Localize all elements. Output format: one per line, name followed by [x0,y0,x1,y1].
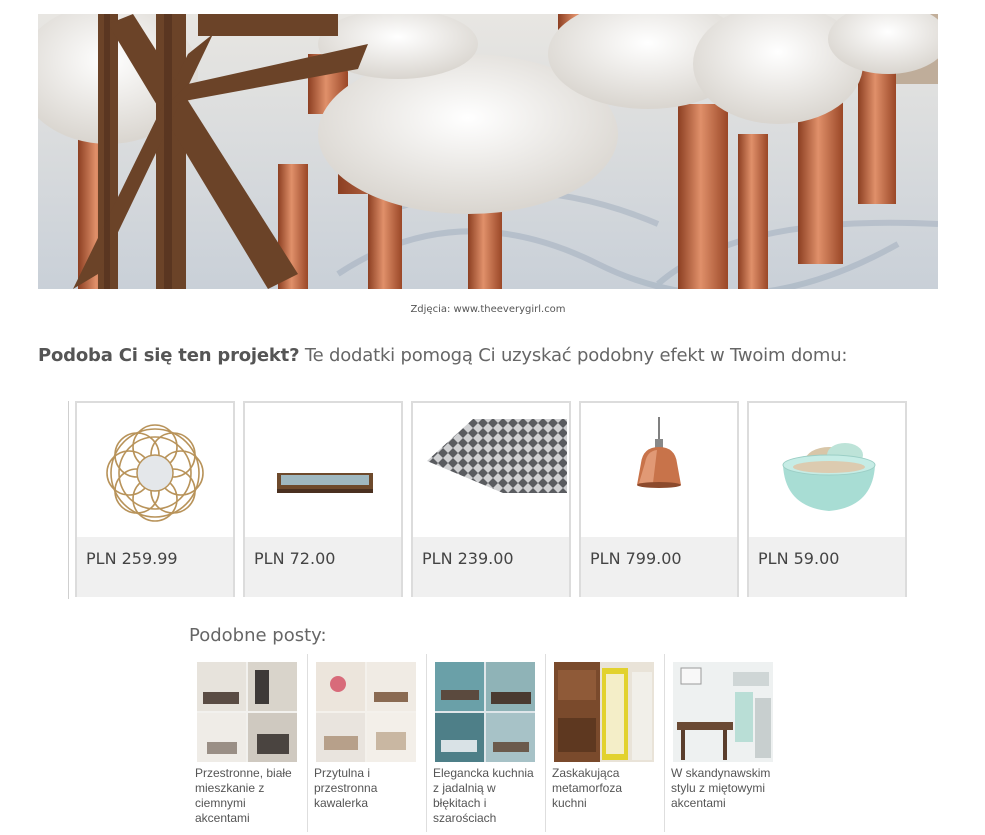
patterned-rug-icon [413,403,569,537]
post-thumbnail [673,662,773,762]
intro-rest: Te dodatki pomogą Ci uzyskać podobny efe… [299,345,848,366]
similar-post[interactable]: Przestronne, białe mieszkanie z ciemnymi… [189,654,308,832]
post-title[interactable]: Przytulna i przestronna kawalerka [314,766,422,811]
hero-photo [38,14,938,289]
product-card[interactable]: PLN 259.99 [75,401,235,597]
copper-pendant-lamp-icon [581,403,737,537]
product-price: PLN 59.00 [758,549,840,568]
price-band: PLN 72.00 [245,537,401,597]
similar-post[interactable]: Elegancka kuchnia z jadalnią w błękitach… [427,654,546,832]
post-title[interactable]: Przestronne, białe mieszkanie z ciemnymi… [195,766,303,826]
product-price: PLN 239.00 [422,549,514,568]
post-thumbnail [554,662,654,762]
dining-chairs-photo [38,14,938,289]
product-price: PLN 72.00 [254,549,336,568]
intro-text: Podoba Ci się ten projekt? Te dodatki po… [38,345,938,366]
photo-credit: Zdjęcia: www.theeverygirl.com [410,304,566,315]
post-thumbnail [197,662,297,762]
product-price: PLN 799.00 [590,549,682,568]
post-title[interactable]: W skandynawskim stylu z miętowymi akcent… [671,766,779,811]
product-card[interactable]: PLN 59.00 [747,401,907,597]
wooden-tray-icon [245,403,401,537]
product-carousel: PLN 259.99 PLN 72.00 PLN 239.00 PLN 799.… [68,401,907,599]
product-price: PLN 259.99 [86,549,178,568]
product-card[interactable]: PLN 799.00 [579,401,739,597]
price-band: PLN 799.00 [581,537,737,597]
price-band: PLN 59.00 [749,537,905,597]
post-thumbnail [435,662,535,762]
product-card[interactable]: PLN 72.00 [243,401,403,597]
product-card[interactable]: PLN 239.00 [411,401,571,597]
price-band: PLN 239.00 [413,537,569,597]
similar-post[interactable]: Przytulna i przestronna kawalerka [308,654,427,832]
post-thumbnail [316,662,416,762]
price-band: PLN 259.99 [77,537,233,597]
intro-bold: Podoba Ci się ten projekt? [38,345,300,366]
rattan-mirror-icon [77,403,233,537]
similar-posts-heading: Podobne posty: [189,625,327,646]
similar-post[interactable]: W skandynawskim stylu z miętowymi akcent… [665,654,783,832]
post-title[interactable]: Elegancka kuchnia z jadalnią w błękitach… [433,766,541,826]
mint-bowls-icon [749,403,905,537]
similar-post[interactable]: Zaskakująca metamorfoza kuchni [546,654,665,832]
post-title[interactable]: Zaskakująca metamorfoza kuchni [552,766,660,811]
